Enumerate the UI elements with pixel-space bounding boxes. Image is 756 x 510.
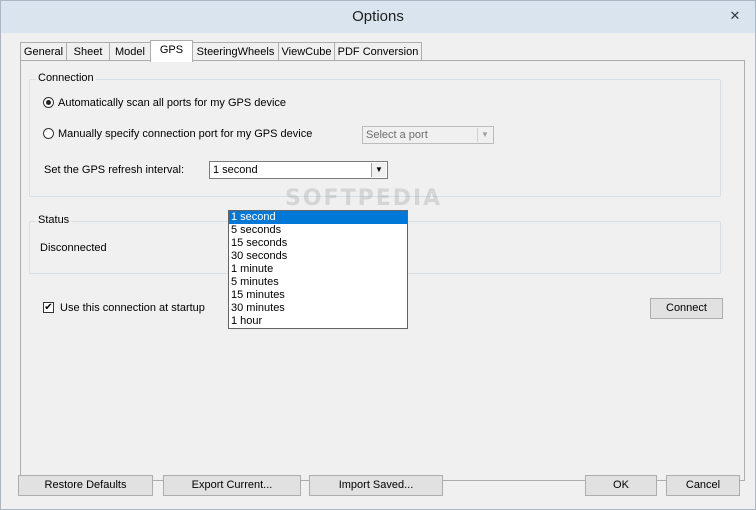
refresh-interval-label: Set the GPS refresh interval: bbox=[44, 164, 185, 176]
title-bar[interactable]: Options ✕ bbox=[1, 1, 755, 33]
options-dialog: Options ✕ General Sheet Model GPS Steeri… bbox=[0, 0, 756, 510]
dropdown-option[interactable]: 30 minutes bbox=[229, 302, 407, 315]
auto-scan-label[interactable]: Automatically scan all ports for my GPS … bbox=[58, 97, 286, 109]
tab-gps[interactable]: GPS bbox=[150, 40, 193, 62]
dialog-client: General Sheet Model GPS SteeringWheels V… bbox=[8, 33, 748, 504]
check-icon: ✔ bbox=[44, 302, 53, 313]
startup-label[interactable]: Use this connection at startup bbox=[60, 302, 205, 314]
cancel-button[interactable]: Cancel bbox=[666, 475, 740, 496]
dropdown-option[interactable]: 1 minute bbox=[229, 263, 407, 276]
port-placeholder: Select a port bbox=[366, 129, 428, 141]
restore-defaults-button[interactable]: Restore Defaults bbox=[18, 475, 153, 496]
dropdown-option[interactable]: 1 second bbox=[229, 211, 407, 224]
dropdown-option[interactable]: 30 seconds bbox=[229, 250, 407, 263]
import-saved-button[interactable]: Import Saved... bbox=[309, 475, 443, 496]
close-icon[interactable]: ✕ bbox=[725, 7, 745, 25]
refresh-interval-dropdown: 1 second 5 seconds 15 seconds 30 seconds… bbox=[228, 210, 408, 329]
dropdown-option[interactable]: 5 seconds bbox=[229, 224, 407, 237]
dropdown-option[interactable]: 1 hour bbox=[229, 315, 407, 328]
tab-general[interactable]: General bbox=[20, 42, 67, 61]
tab-steeringwheels[interactable]: SteeringWheels bbox=[192, 42, 279, 61]
manual-port-label[interactable]: Manually specify connection port for my … bbox=[58, 128, 312, 140]
tab-pdf-conversion[interactable]: PDF Conversion bbox=[334, 42, 422, 61]
connect-button[interactable]: Connect bbox=[650, 298, 723, 319]
dropdown-option[interactable]: 5 minutes bbox=[229, 276, 407, 289]
dropdown-option[interactable]: 15 minutes bbox=[229, 289, 407, 302]
dropdown-option[interactable]: 15 seconds bbox=[229, 237, 407, 250]
manual-port-radio[interactable] bbox=[43, 128, 54, 139]
watermark: SOFTPEDIA bbox=[285, 186, 443, 211]
startup-checkbox[interactable]: ✔ bbox=[43, 302, 54, 313]
export-current-button[interactable]: Export Current... bbox=[163, 475, 301, 496]
port-select: Select a port ▼ bbox=[362, 126, 494, 144]
window-title: Options bbox=[352, 8, 404, 25]
status-value: Disconnected bbox=[40, 242, 107, 254]
chevron-down-icon: ▼ bbox=[477, 128, 492, 142]
tab-model[interactable]: Model bbox=[109, 42, 151, 61]
radio-selected-dot bbox=[46, 100, 51, 105]
connection-group: Connection Automatically scan all ports … bbox=[29, 72, 721, 197]
chevron-down-icon[interactable]: ▼ bbox=[371, 163, 386, 177]
gps-tab-panel: Connection Automatically scan all ports … bbox=[20, 60, 745, 481]
refresh-interval-select[interactable]: 1 second ▼ bbox=[209, 161, 388, 179]
refresh-interval-value: 1 second bbox=[213, 164, 258, 176]
auto-scan-radio[interactable] bbox=[43, 97, 54, 108]
tab-viewcube[interactable]: ViewCube bbox=[278, 42, 335, 61]
ok-button[interactable]: OK bbox=[585, 475, 657, 496]
status-legend: Status bbox=[36, 214, 72, 226]
connection-legend: Connection bbox=[36, 72, 96, 84]
tab-sheet[interactable]: Sheet bbox=[66, 42, 110, 61]
